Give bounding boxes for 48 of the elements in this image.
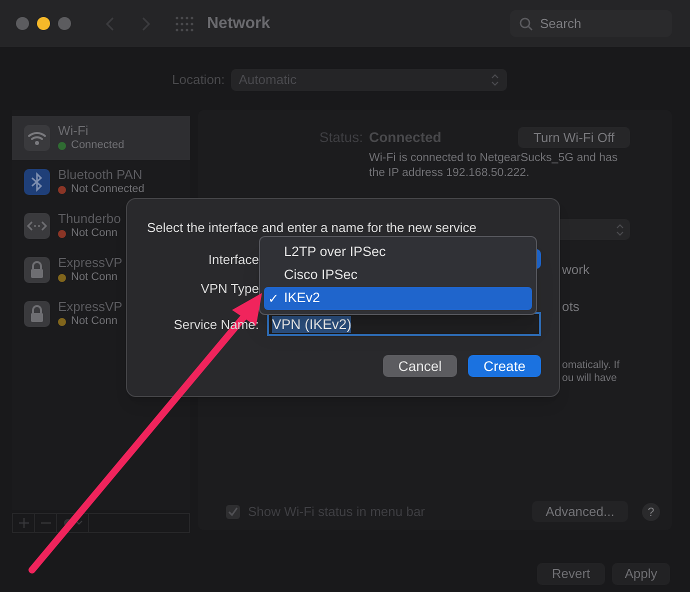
status-description: Wi-Fi is connected to NetgearSucks_5G and has the IP address 192.168.50.222.	[369, 151, 619, 181]
partial-text: omatically. If	[562, 359, 621, 372]
window-control[interactable]	[37, 17, 50, 30]
chevron-icon	[616, 224, 624, 236]
search-field[interactable]: Search	[510, 10, 672, 37]
service-status: Not Conn	[71, 314, 118, 329]
service-name: ExpressVP	[58, 299, 122, 314]
plus-icon	[18, 518, 28, 528]
apply-button[interactable]: Apply	[612, 563, 670, 585]
partial-text: ou will have	[562, 372, 618, 385]
bluetooth-icon	[24, 169, 50, 195]
service-status: Not Conn	[71, 226, 118, 241]
search-icon	[519, 17, 533, 31]
service-status: Connected	[71, 138, 124, 153]
wifi-icon	[24, 125, 50, 151]
lock-icon	[24, 301, 50, 327]
dialog-message: Select the interface and enter a name for the new service	[147, 219, 477, 237]
service-status: Not Conn	[71, 270, 118, 285]
partial-text: ots	[562, 298, 580, 316]
lock-icon	[24, 257, 50, 283]
advanced-button[interactable]: Advanced...	[532, 501, 628, 522]
service-item[interactable]: ExpressVP Not Conn	[12, 248, 190, 292]
create-button[interactable]: Create	[468, 355, 541, 377]
service-status: Not Connected	[71, 182, 144, 197]
help-button[interactable]: ?	[642, 502, 660, 520]
revert-button[interactable]: Revert	[537, 563, 605, 585]
back-icon[interactable]	[105, 16, 115, 32]
service-name: Thunderbo	[58, 211, 121, 226]
menu-item[interactable]: ✓ IKEv2	[264, 287, 532, 310]
partial-text: work	[562, 261, 590, 279]
checkbox[interactable]	[226, 504, 240, 518]
service-name: ExpressVP	[58, 255, 122, 270]
field-label: VPN Type	[200, 280, 259, 298]
service-name: Bluetooth PAN	[58, 167, 144, 182]
service-item[interactable]: Bluetooth PAN Not Connected	[12, 160, 190, 204]
cancel-button[interactable]: Cancel	[383, 355, 457, 377]
menu-item[interactable]: L2TP over IPSec	[264, 241, 532, 264]
service-name: Wi-Fi	[58, 123, 90, 138]
window-title: Network	[207, 14, 270, 34]
grid-icon[interactable]	[175, 16, 195, 32]
minus-icon	[40, 522, 50, 524]
arrows-icon	[24, 213, 50, 239]
field-label: Interface	[208, 251, 259, 269]
forward-icon[interactable]	[141, 16, 151, 32]
service-item[interactable]: Wi-Fi Connected	[12, 116, 190, 160]
turn-off-button[interactable]: Turn Wi-Fi Off	[518, 127, 630, 148]
chevron-icon	[490, 74, 499, 86]
menu-item[interactable]: Cisco IPSec	[264, 264, 532, 287]
